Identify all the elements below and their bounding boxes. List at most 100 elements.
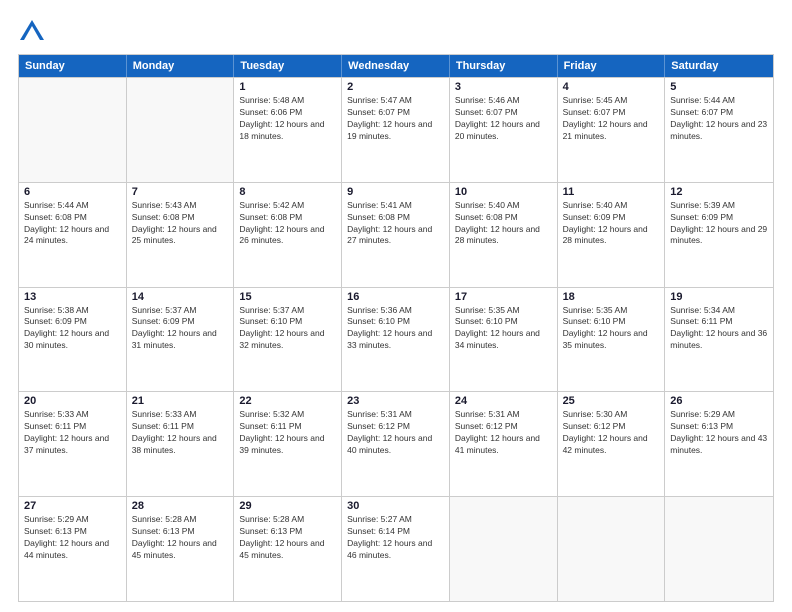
sunrise-text: Sunrise: 5:44 AM bbox=[24, 200, 121, 212]
day-number: 12 bbox=[670, 186, 768, 198]
sunrise-text: Sunrise: 5:33 AM bbox=[24, 409, 121, 421]
calendar-cell: 19 Sunrise: 5:34 AMSunset: 6:11 PMDayligh… bbox=[665, 288, 773, 392]
day-number: 30 bbox=[347, 500, 444, 512]
day-number: 2 bbox=[347, 81, 444, 93]
sunrise-text: Sunrise: 5:29 AM bbox=[670, 409, 768, 421]
calendar-cell: 22 Sunrise: 5:32 AMSunset: 6:11 PMDayligh… bbox=[234, 392, 342, 496]
daylight-text: Daylight: 12 hours and 39 minutes. bbox=[239, 433, 336, 457]
sunrise-text: Sunrise: 5:28 AM bbox=[239, 514, 336, 526]
sunrise-text: Sunrise: 5:42 AM bbox=[239, 200, 336, 212]
day-number: 23 bbox=[347, 395, 444, 407]
day-number: 26 bbox=[670, 395, 768, 407]
day-number: 7 bbox=[132, 186, 229, 198]
calendar-cell bbox=[450, 497, 558, 601]
sunset-text: Sunset: 6:07 PM bbox=[670, 107, 768, 119]
sunset-text: Sunset: 6:13 PM bbox=[239, 526, 336, 538]
sunset-text: Sunset: 6:09 PM bbox=[563, 212, 660, 224]
day-number: 25 bbox=[563, 395, 660, 407]
calendar-cell: 15Sunrise: 5:37 AMSunset: 6:10 PMDayligh… bbox=[234, 288, 342, 392]
day-number: 13 bbox=[24, 291, 121, 303]
daylight-text: Daylight: 12 hours and 35 minutes. bbox=[563, 328, 660, 352]
day-number: 18 bbox=[563, 291, 660, 303]
daylight-text: Daylight: 12 hours and 20 minutes. bbox=[455, 119, 552, 143]
day-number: 21 bbox=[132, 395, 229, 407]
weekday-header: Wednesday bbox=[342, 55, 450, 77]
daylight-text: Daylight: 12 hours and 29 minutes. bbox=[670, 224, 768, 248]
sunrise-text: Sunrise: 5:31 AM bbox=[455, 409, 552, 421]
sunrise-text: Sunrise: 5:44 AM bbox=[670, 95, 768, 107]
day-number: 20 bbox=[24, 395, 121, 407]
sunset-text: Sunset: 6:10 PM bbox=[563, 316, 660, 328]
calendar-cell bbox=[127, 78, 235, 182]
day-number: 27 bbox=[24, 500, 121, 512]
day-number: 19 bbox=[670, 291, 768, 303]
day-number: 5 bbox=[670, 81, 768, 93]
sunrise-text: Sunrise: 5:32 AM bbox=[239, 409, 336, 421]
daylight-text: Daylight: 12 hours and 44 minutes. bbox=[24, 538, 121, 562]
sunrise-text: Sunrise: 5:35 AM bbox=[455, 305, 552, 317]
daylight-text: Daylight: 12 hours and 25 minutes. bbox=[132, 224, 229, 248]
daylight-text: Daylight: 12 hours and 27 minutes. bbox=[347, 224, 444, 248]
daylight-text: Daylight: 12 hours and 31 minutes. bbox=[132, 328, 229, 352]
daylight-text: Daylight: 12 hours and 46 minutes. bbox=[347, 538, 444, 562]
daylight-text: Daylight: 12 hours and 36 minutes. bbox=[670, 328, 768, 352]
daylight-text: Daylight: 12 hours and 23 minutes. bbox=[670, 119, 768, 143]
calendar-cell: 21Sunrise: 5:33 AMSunset: 6:11 PMDayligh… bbox=[127, 392, 235, 496]
calendar-row: 13Sunrise: 5:38 AMSunset: 6:09 PMDayligh… bbox=[19, 287, 773, 392]
logo-icon bbox=[18, 18, 46, 46]
sunset-text: Sunset: 6:13 PM bbox=[132, 526, 229, 538]
sunset-text: Sunset: 6:08 PM bbox=[455, 212, 552, 224]
day-number: 22 bbox=[239, 395, 336, 407]
sunset-text: Sunset: 6:07 PM bbox=[347, 107, 444, 119]
daylight-text: Daylight: 12 hours and 30 minutes. bbox=[24, 328, 121, 352]
calendar-cell: 28Sunrise: 5:28 AMSunset: 6:13 PMDayligh… bbox=[127, 497, 235, 601]
daylight-text: Daylight: 12 hours and 26 minutes. bbox=[239, 224, 336, 248]
day-number: 8 bbox=[239, 186, 336, 198]
daylight-text: Daylight: 12 hours and 45 minutes. bbox=[239, 538, 336, 562]
calendar-cell: 25Sunrise: 5:30 AMSunset: 6:12 PMDayligh… bbox=[558, 392, 666, 496]
daylight-text: Daylight: 12 hours and 24 minutes. bbox=[24, 224, 121, 248]
calendar-cell: 9Sunrise: 5:41 AMSunset: 6:08 PMDaylight… bbox=[342, 183, 450, 287]
sunset-text: Sunset: 6:08 PM bbox=[132, 212, 229, 224]
calendar-cell: 17Sunrise: 5:35 AMSunset: 6:10 PMDayligh… bbox=[450, 288, 558, 392]
weekday-header: Thursday bbox=[450, 55, 558, 77]
daylight-text: Daylight: 12 hours and 45 minutes. bbox=[132, 538, 229, 562]
day-number: 24 bbox=[455, 395, 552, 407]
calendar: SundayMondayTuesdayWednesdayThursdayFrid… bbox=[18, 54, 774, 602]
sunset-text: Sunset: 6:09 PM bbox=[132, 316, 229, 328]
day-number: 14 bbox=[132, 291, 229, 303]
daylight-text: Daylight: 12 hours and 37 minutes. bbox=[24, 433, 121, 457]
sunset-text: Sunset: 6:14 PM bbox=[347, 526, 444, 538]
calendar-cell: 2Sunrise: 5:47 AMSunset: 6:07 PMDaylight… bbox=[342, 78, 450, 182]
calendar-cell: 30Sunrise: 5:27 AMSunset: 6:14 PMDayligh… bbox=[342, 497, 450, 601]
calendar-cell: 10Sunrise: 5:40 AMSunset: 6:08 PMDayligh… bbox=[450, 183, 558, 287]
sunrise-text: Sunrise: 5:37 AM bbox=[239, 305, 336, 317]
calendar-body: 1Sunrise: 5:48 AMSunset: 6:06 PMDaylight… bbox=[19, 77, 773, 601]
sunset-text: Sunset: 6:08 PM bbox=[347, 212, 444, 224]
calendar-cell: 13Sunrise: 5:38 AMSunset: 6:09 PMDayligh… bbox=[19, 288, 127, 392]
calendar-header: SundayMondayTuesdayWednesdayThursdayFrid… bbox=[19, 55, 773, 77]
sunset-text: Sunset: 6:11 PM bbox=[670, 316, 768, 328]
calendar-cell bbox=[19, 78, 127, 182]
sunrise-text: Sunrise: 5:46 AM bbox=[455, 95, 552, 107]
sunrise-text: Sunrise: 5:39 AM bbox=[670, 200, 768, 212]
sunrise-text: Sunrise: 5:47 AM bbox=[347, 95, 444, 107]
weekday-header: Saturday bbox=[665, 55, 773, 77]
weekday-header: Monday bbox=[127, 55, 235, 77]
sunset-text: Sunset: 6:11 PM bbox=[239, 421, 336, 433]
calendar-row: 1Sunrise: 5:48 AMSunset: 6:06 PMDaylight… bbox=[19, 77, 773, 182]
sunset-text: Sunset: 6:10 PM bbox=[347, 316, 444, 328]
calendar-cell bbox=[558, 497, 666, 601]
header bbox=[18, 18, 774, 46]
calendar-cell: 24Sunrise: 5:31 AMSunset: 6:12 PMDayligh… bbox=[450, 392, 558, 496]
daylight-text: Daylight: 12 hours and 21 minutes. bbox=[563, 119, 660, 143]
sunset-text: Sunset: 6:10 PM bbox=[455, 316, 552, 328]
sunrise-text: Sunrise: 5:30 AM bbox=[563, 409, 660, 421]
sunrise-text: Sunrise: 5:29 AM bbox=[24, 514, 121, 526]
sunrise-text: Sunrise: 5:43 AM bbox=[132, 200, 229, 212]
sunrise-text: Sunrise: 5:36 AM bbox=[347, 305, 444, 317]
daylight-text: Daylight: 12 hours and 42 minutes. bbox=[563, 433, 660, 457]
calendar-row: 6Sunrise: 5:44 AMSunset: 6:08 PMDaylight… bbox=[19, 182, 773, 287]
sunrise-text: Sunrise: 5:34 AM bbox=[670, 305, 768, 317]
day-number: 16 bbox=[347, 291, 444, 303]
